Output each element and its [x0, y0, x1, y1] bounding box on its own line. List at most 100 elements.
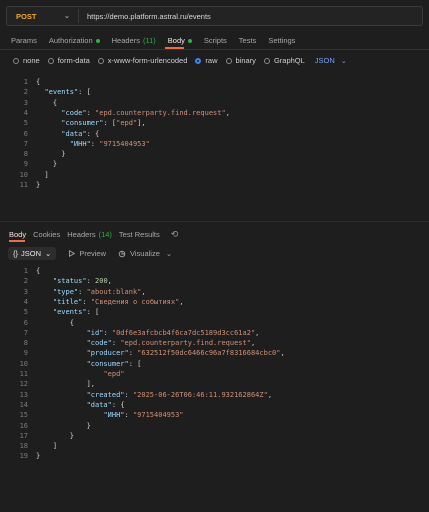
code-text: "consumer": ["epd"], — [61, 119, 146, 128]
response-tab-test-results[interactable]: Test Results — [119, 230, 160, 239]
line-number: 10 — [19, 359, 28, 368]
line-number: 9 — [23, 349, 28, 358]
chevron-down-icon: ⌄ — [165, 249, 173, 258]
code-text: "id": "0df6e3afcbcb4f6ca7dc5189d3cc61a2"… — [86, 328, 260, 337]
code-text: "producer": "632512f50dc6466c96a7f831668… — [86, 349, 285, 358]
code-text: } — [36, 452, 41, 461]
radio-button[interactable] — [225, 57, 232, 64]
code-text: "title": "Сведения о событиях", — [52, 297, 184, 306]
code-text: ], — [86, 380, 96, 389]
response-toolbar: {} JSON ⌄ Preview Visualize ⌄ — [8, 247, 172, 260]
tab-params[interactable]: Params — [11, 36, 37, 45]
response-tab-headers[interactable]: Headers (14) — [67, 230, 112, 239]
line-number: 1 — [23, 78, 28, 86]
request-body-editor[interactable]: 1 {2 "events": [3 {4 "code": "epd.counter… — [6, 77, 423, 219]
divider — [78, 9, 79, 23]
line-number: 5 — [23, 308, 28, 317]
code-text: ] — [44, 170, 49, 179]
body-type-form-data[interactable]: form-data — [47, 56, 90, 65]
line-number: 14 — [19, 400, 28, 409]
body-type-label: raw — [205, 56, 218, 65]
code-text: } — [36, 181, 41, 189]
body-type-none[interactable]: none — [13, 56, 40, 65]
line-number: 15 — [19, 411, 28, 420]
divider — [0, 221, 429, 222]
code-text: "data": { — [86, 400, 125, 409]
code-text: "events": [ — [44, 88, 91, 97]
body-type-label: none — [23, 56, 40, 65]
radio-button[interactable] — [263, 57, 270, 64]
response-body-viewer[interactable]: 1 {2 "status": 200, 3 "type": "about:blank… — [6, 266, 423, 466]
code-text: "events": [ — [52, 308, 100, 317]
method-label: POST — [16, 11, 37, 21]
radio-button[interactable] — [47, 57, 54, 64]
tab-authorization[interactable]: Authorization — [49, 36, 100, 45]
tab-label: Params — [11, 36, 37, 45]
code-text: } — [52, 160, 58, 169]
tab-label: Headers — [111, 36, 140, 45]
line-number: 9 — [23, 160, 28, 169]
line-number: 6 — [23, 129, 28, 138]
code-text: } — [86, 421, 91, 430]
body-type-label: x-www-form-urlencoded — [107, 56, 188, 65]
line-number: 10 — [19, 170, 28, 179]
body-type-x-www-form-urlencoded[interactable]: x-www-form-urlencoded — [97, 56, 188, 65]
tab-tests[interactable]: Tests — [239, 36, 257, 45]
code-text: } — [69, 431, 74, 440]
code-text: ] — [52, 442, 58, 451]
code-text: "epd" — [103, 370, 125, 378]
line-number: 11 — [19, 370, 28, 378]
response-tabs: Body Cookies Headers (14) Test Results ⟲ — [9, 229, 178, 240]
radio-button[interactable] — [195, 57, 202, 64]
line-number: 6 — [23, 318, 28, 327]
format-select[interactable]: {} JSON ⌄ — [8, 247, 57, 260]
code-text: "ИНН": "9715404953" — [69, 139, 150, 148]
line-number: 16 — [19, 421, 28, 430]
preview-button[interactable]: Preview — [68, 249, 106, 258]
tab-label: Authorization — [48, 36, 93, 45]
response-tab-cookies[interactable]: Cookies — [33, 230, 60, 239]
visualize-button[interactable]: Visualize ⌄ — [118, 249, 172, 258]
chevron-down-icon: ⌄ — [340, 57, 347, 65]
tab-label: Scripts — [203, 36, 227, 45]
code-text: { — [36, 78, 41, 86]
tab-label: Body — [9, 230, 27, 239]
code-text: "data": { — [61, 129, 100, 138]
tab-count: (11) — [142, 36, 156, 45]
body-type-label: binary — [235, 56, 256, 65]
body-type-raw[interactable]: raw — [195, 56, 218, 65]
tab-scripts[interactable]: Scripts — [204, 36, 227, 45]
line-number: 7 — [23, 328, 28, 337]
code-text: { — [52, 98, 58, 107]
body-format-select[interactable]: JSON ⌄ — [315, 56, 347, 65]
visualize-label: Visualize — [130, 249, 160, 258]
url-input[interactable]: https://demo.platform.astral.ru/events — [87, 12, 211, 21]
line-number: 2 — [23, 88, 28, 97]
body-type-GraphQL[interactable]: GraphQL — [263, 56, 305, 65]
body-type-label: form-data — [57, 56, 90, 65]
line-number: 17 — [19, 431, 28, 440]
code-text: "code": "epd.counterparty.find.request", — [61, 108, 230, 117]
braces-icon: {} — [13, 249, 19, 258]
line-number: 2 — [23, 277, 28, 286]
preview-label: Preview — [79, 249, 107, 258]
body-type-binary[interactable]: binary — [225, 56, 256, 65]
play-icon — [69, 250, 76, 257]
code-text: { — [36, 267, 41, 275]
radio-button[interactable] — [13, 57, 19, 64]
tab-settings[interactable]: Settings — [268, 36, 295, 45]
tab-body[interactable]: Body — [168, 36, 192, 45]
line-number: 3 — [23, 287, 28, 296]
tab-headers[interactable]: Headers (11) — [112, 36, 156, 45]
tab-label: Headers — [67, 230, 96, 239]
tab-count: (14) — [98, 230, 112, 239]
code-text: "status": 200, — [52, 277, 112, 286]
divider — [0, 49, 429, 50]
tab-label: Settings — [268, 36, 296, 45]
code-text: { — [69, 318, 74, 327]
request-tabs: Params Authorization Headers (11) Body Script… — [11, 36, 307, 45]
history-icon[interactable]: ⟲ — [171, 229, 179, 240]
method-select[interactable]: POST ⌄ — [7, 11, 70, 21]
response-tab-body[interactable]: Body — [9, 230, 26, 239]
radio-button[interactable] — [97, 57, 104, 64]
